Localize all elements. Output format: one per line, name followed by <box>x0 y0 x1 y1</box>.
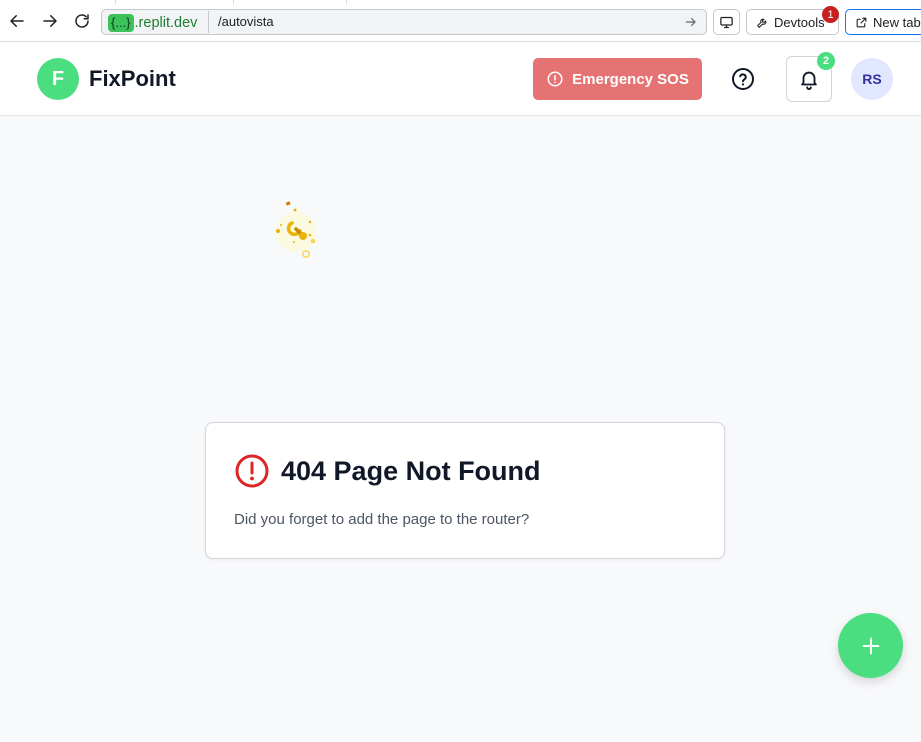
notification-badge: 2 <box>817 52 835 70</box>
help-circle-icon <box>732 68 754 90</box>
tab-strip <box>115 0 347 4</box>
reload-icon <box>75 14 89 28</box>
address-divider <box>208 11 209 33</box>
forward-button[interactable] <box>38 9 62 33</box>
address-bar[interactable]: {...} .replit.dev /autovista <box>101 9 707 35</box>
origin-domain: .replit.dev <box>134 14 198 31</box>
add-fab-button[interactable] <box>838 613 903 678</box>
reload-button[interactable] <box>70 9 94 33</box>
user-avatar[interactable]: RS <box>851 58 893 100</box>
not-found-card: 404 Page Not Found Did you forget to add… <box>205 422 725 559</box>
bell-icon <box>801 71 817 90</box>
alert-circle-icon <box>235 454 269 488</box>
monitor-icon <box>720 16 733 28</box>
browser-toolbar: {...} .replit.dev /autovista Devtools 1 … <box>0 0 921 42</box>
devtools-badge: 1 <box>822 6 839 23</box>
go-arrow-icon[interactable] <box>684 15 698 29</box>
alert-circle-icon <box>547 71 563 87</box>
new-tab-label: New tab <box>873 14 921 30</box>
sos-label: Emergency SOS <box>572 70 689 88</box>
error-message: Did you forget to add the page to the ro… <box>234 511 530 528</box>
wrench-spinner-icon <box>276 201 316 258</box>
plus-icon <box>862 637 879 654</box>
wrench-icon <box>757 18 767 28</box>
new-tab-button[interactable]: New tab <box>845 9 921 35</box>
external-link-icon <box>856 17 867 27</box>
screen-button[interactable] <box>713 9 740 35</box>
url-path[interactable]: /autovista <box>218 14 274 29</box>
page-title: 404 Page Not Found <box>281 456 541 486</box>
emergency-sos-button[interactable]: Emergency SOS <box>533 58 702 100</box>
replit-braces-badge: {...} <box>108 13 134 32</box>
app-header: F FixPoint Emergency SOS 2 RS <box>0 42 921 116</box>
back-button[interactable] <box>5 9 29 33</box>
origin-chip[interactable]: {...} .replit.dev <box>108 13 197 32</box>
logo[interactable]: F <box>37 58 79 100</box>
arrow-left-icon <box>10 15 24 27</box>
brand-name[interactable]: FixPoint <box>89 66 176 92</box>
devtools-label: Devtools <box>774 14 825 30</box>
arrow-right-icon <box>43 15 57 27</box>
help-button[interactable] <box>730 66 756 92</box>
